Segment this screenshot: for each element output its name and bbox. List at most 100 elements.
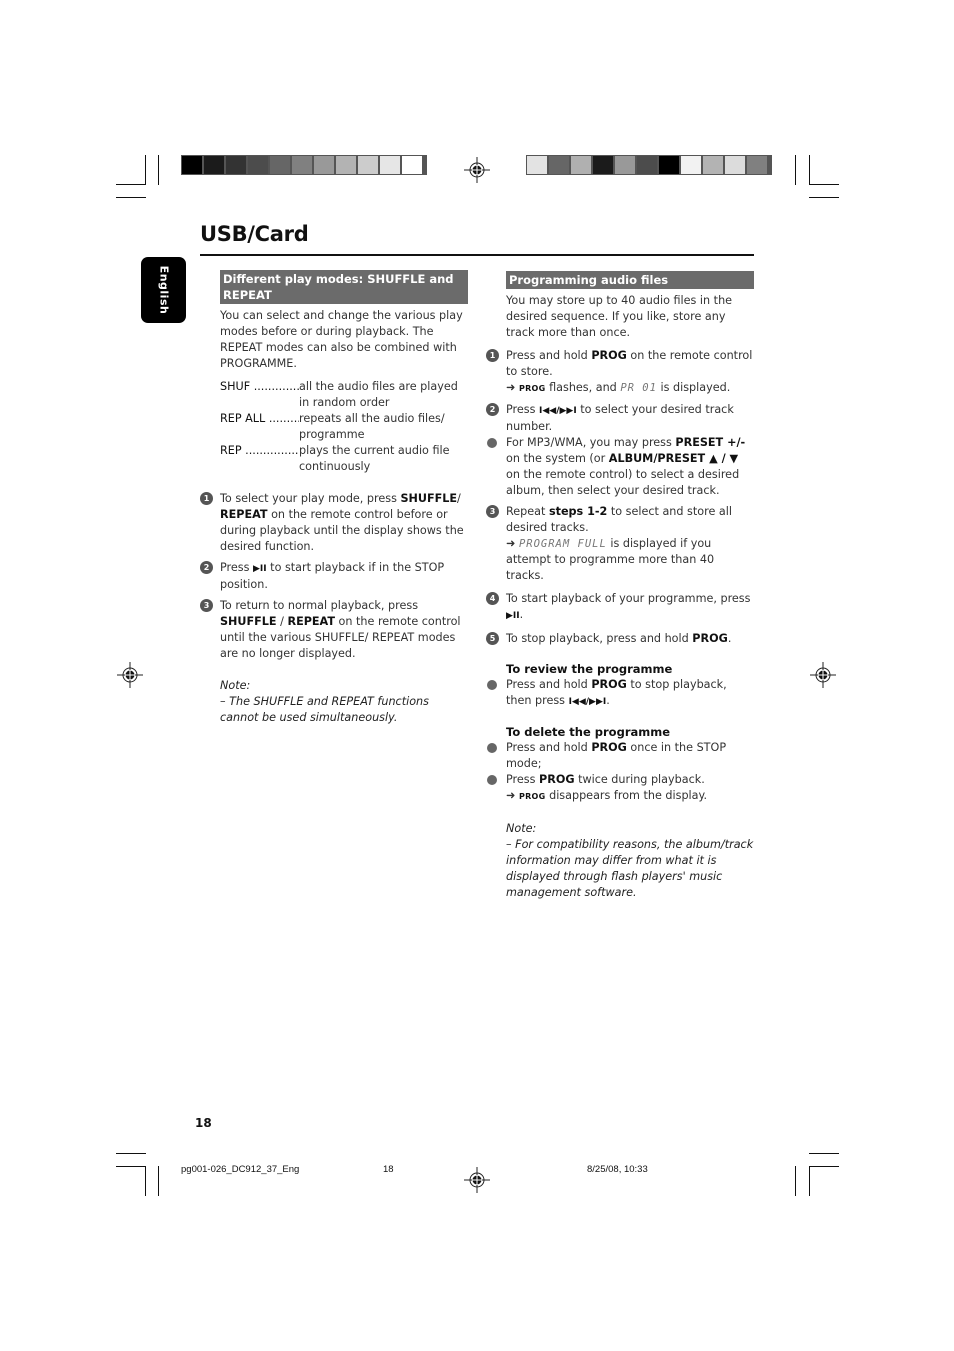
- color-swatch: [380, 156, 400, 174]
- step-number-badge: 2: [200, 561, 213, 574]
- crop-mark: [116, 1166, 146, 1167]
- footer-timestamp: 8/25/08, 10:33: [587, 1164, 648, 1175]
- color-swatch: [358, 156, 378, 174]
- registration-mark-icon: [464, 157, 490, 183]
- step-3: 3 Repeat steps 1-2 to select and store a…: [486, 504, 754, 584]
- crop-mark: [795, 155, 796, 185]
- mode-row: SHUF ................................all…: [220, 380, 458, 409]
- crop-mark: [116, 1153, 146, 1154]
- color-swatch: [725, 156, 745, 174]
- step-number-badge: 4: [486, 592, 499, 605]
- mode-list: SHUF ................................all…: [220, 379, 468, 475]
- language-tab-label: English: [157, 265, 170, 315]
- page-title: USB/Card: [200, 222, 309, 246]
- lcd-display-text: PR 01: [620, 382, 657, 394]
- arrow-icon: ➜: [506, 789, 516, 802]
- step-1: 1 Press and hold PROG on the remote cont…: [486, 348, 754, 397]
- bullet-review: Press and hold PROG to stop playback, th…: [487, 677, 754, 710]
- color-swatch: [571, 156, 591, 174]
- registration-mark-icon: [117, 662, 143, 688]
- step-number-badge: 5: [486, 632, 499, 645]
- intro-text: You can select and change the various pl…: [220, 309, 463, 370]
- bullet-mp3: For MP3/WMA, you may press PRESET +/- on…: [487, 435, 754, 499]
- color-swatch: [637, 156, 657, 174]
- arrow-icon: ➜: [506, 537, 516, 550]
- bullet-delete-2: Press PROG twice during playback. ➜ PROG…: [487, 772, 754, 805]
- skip-prev-next-icon: I◀◀/▶▶I: [539, 406, 577, 416]
- crop-mark: [809, 1166, 810, 1196]
- color-swatch: [703, 156, 723, 174]
- color-swatch: [270, 156, 290, 174]
- color-swatch: [182, 156, 202, 174]
- note-text: – The SHUFFLE and REPEAT functions canno…: [220, 695, 429, 724]
- crop-mark: [809, 1153, 839, 1154]
- registration-mark-icon: [464, 1167, 490, 1193]
- crop-mark: [145, 155, 146, 185]
- crop-mark: [809, 184, 839, 185]
- arrow-icon: ➜: [506, 381, 516, 394]
- mode-row: REP ....................................…: [220, 444, 450, 473]
- color-swatch: [314, 156, 334, 174]
- grayscale-color-bar-right: [526, 155, 772, 175]
- color-swatch: [204, 156, 224, 174]
- grayscale-color-bar-left: [181, 155, 427, 175]
- language-tab: English: [141, 257, 186, 323]
- color-swatch: [248, 156, 268, 174]
- bullet-icon: [487, 438, 497, 448]
- color-swatch: [681, 156, 701, 174]
- right-column: Programming audio files You may store up…: [486, 271, 754, 901]
- footer-page: 18: [383, 1164, 394, 1175]
- step-3: 3 To return to normal playback, press SH…: [200, 598, 468, 662]
- crop-mark: [809, 155, 810, 185]
- left-column: Different play modes: SHUFFLE and REPEAT…: [200, 270, 468, 726]
- step-2: 2 Press ▶II to start playback if in the …: [200, 560, 468, 593]
- color-swatch: [527, 156, 547, 174]
- skip-prev-next-icon: I◀◀/▶▶I: [568, 697, 607, 707]
- title-rule: [200, 254, 754, 256]
- bullet-icon: [487, 743, 497, 753]
- color-swatch: [336, 156, 356, 174]
- footer-filename: pg001-026_DC912_37_Eng: [181, 1164, 300, 1175]
- color-swatch: [292, 156, 312, 174]
- crop-mark: [809, 197, 839, 198]
- crop-mark: [158, 1166, 159, 1196]
- play-pause-icon: ▶II: [506, 611, 520, 621]
- play-pause-icon: ▶II: [253, 564, 267, 574]
- section-heading-play-modes: Different play modes: SHUFFLE and REPEAT: [220, 270, 468, 304]
- lcd-display-text: PROGRAM FULL: [518, 538, 607, 550]
- color-swatch: [593, 156, 613, 174]
- crop-mark: [145, 1166, 146, 1196]
- step-5: 5 To stop playback, press and hold PROG.: [486, 631, 754, 647]
- step-1: 1 To select your play mode, press SHUFFL…: [200, 491, 468, 555]
- color-swatch: [226, 156, 246, 174]
- section-heading-programming: Programming audio files: [506, 271, 754, 289]
- step-number-badge: 1: [200, 492, 213, 505]
- step-number-badge: 3: [200, 599, 213, 612]
- note-label: Note:: [506, 822, 537, 835]
- intro-text: You may store up to 40 audio files in th…: [506, 294, 733, 339]
- review-heading: To review the programme: [506, 662, 673, 676]
- color-swatch: [615, 156, 635, 174]
- bullet-icon: [487, 680, 497, 690]
- bullet-delete-1: Press and hold PROG once in the STOP mod…: [487, 740, 754, 772]
- step-number-badge: 1: [486, 349, 499, 362]
- crop-mark: [809, 1166, 839, 1167]
- step-2: 2 Press I◀◀/▶▶I to select your desired t…: [486, 402, 754, 435]
- registration-mark-icon: [810, 662, 836, 688]
- crop-mark: [795, 1166, 796, 1196]
- mode-row: REP ALL ..........................repeat…: [220, 412, 445, 441]
- bullet-icon: [487, 775, 497, 785]
- step-number-badge: 3: [486, 505, 499, 518]
- color-swatch: [402, 156, 422, 174]
- crop-mark: [116, 197, 146, 198]
- crop-mark: [158, 155, 159, 185]
- step-4: 4 To start playback of your programme, p…: [486, 591, 754, 624]
- note-label: Note:: [220, 679, 251, 692]
- color-swatch: [659, 156, 679, 174]
- color-swatch: [549, 156, 569, 174]
- page-number: 18: [195, 1116, 212, 1130]
- step-number-badge: 2: [486, 403, 499, 416]
- delete-heading: To delete the programme: [506, 725, 671, 739]
- color-swatch: [747, 156, 767, 174]
- note-text: – For compatibility reasons, the album/t…: [506, 838, 754, 899]
